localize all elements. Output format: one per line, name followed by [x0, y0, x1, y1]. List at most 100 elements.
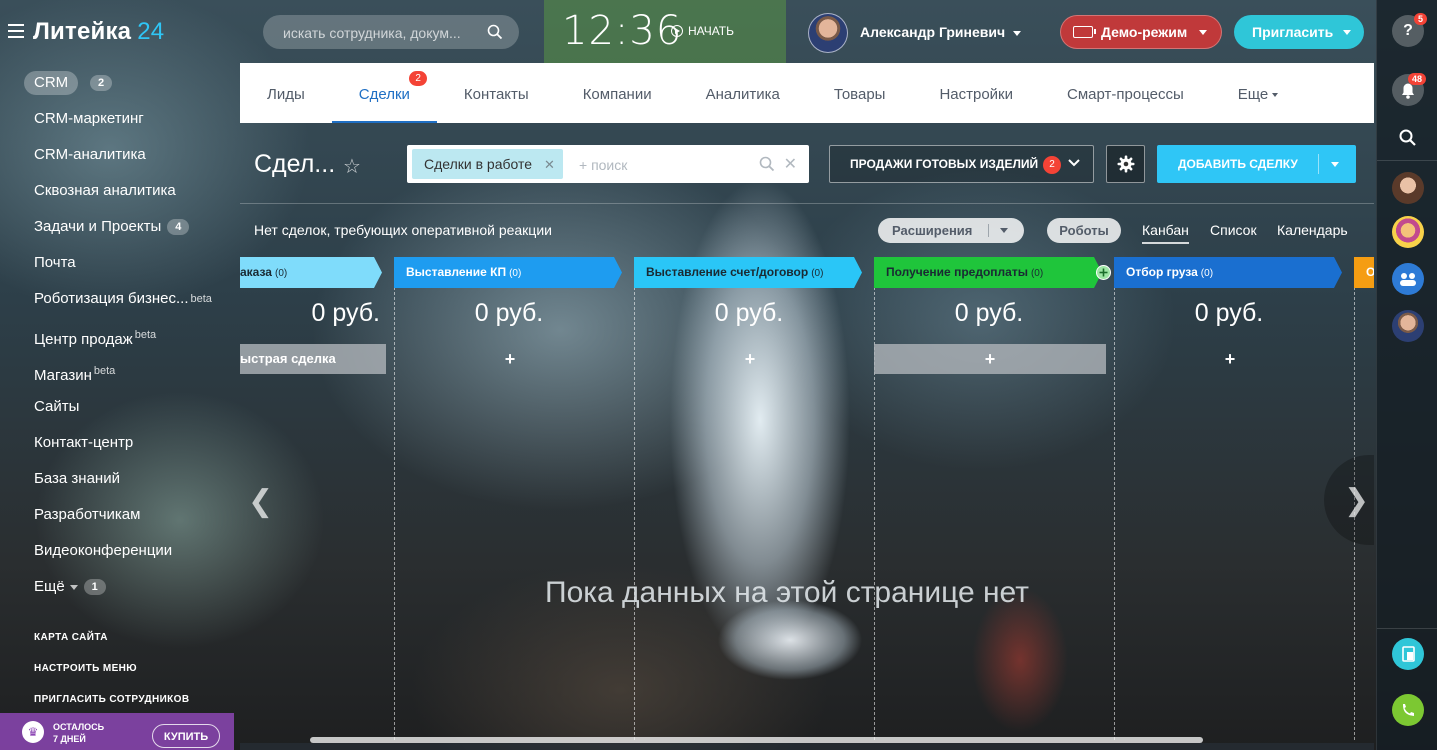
chevron-down-icon — [1013, 30, 1022, 36]
contact-avatar[interactable] — [1392, 216, 1424, 248]
phone-button[interactable] — [1392, 694, 1424, 726]
search-icon[interactable] — [759, 156, 775, 172]
contact-avatar[interactable] — [1392, 172, 1424, 204]
menu-item-more[interactable]: Ещё 1 — [34, 569, 212, 605]
menu-item-end-to-end-analytics[interactable]: Сквозная аналитика — [34, 173, 212, 209]
group-chat-avatar[interactable] — [1392, 263, 1424, 295]
empty-state-message: Пока данных на этой странице нет — [545, 576, 1029, 609]
trial-days-left: ОСТАЛОСЬ 7 ДНЕЙ — [53, 722, 105, 744]
pipeline-select-button[interactable]: ПРОДАЖИ ГОТОВЫХ ИЗДЕЛИЙ 2 — [829, 145, 1094, 183]
contact-avatar[interactable] — [1392, 310, 1424, 342]
deals-counter: 2 — [409, 71, 427, 86]
no-urgent-deals-text: Нет сделок, требующих оперативной реакци… — [254, 222, 552, 238]
invite-employees-link[interactable]: ПРИГЛАСИТЬ СОТРУДНИКОВ — [34, 694, 190, 705]
menu-item-automation[interactable]: Роботизация бизнес... beta — [34, 281, 212, 317]
stage-header[interactable]: Выставление счет/договор (0) — [634, 257, 862, 288]
close-icon[interactable]: ✕ — [544, 157, 555, 172]
start-workday-button[interactable]: НАЧАТЬ — [671, 24, 734, 38]
tab-leads[interactable]: Лиды — [240, 63, 332, 123]
add-deal-to-stage-button[interactable]: + — [634, 344, 866, 374]
robots-button[interactable]: Роботы — [1047, 218, 1121, 243]
clock: 12:36 — [562, 8, 683, 54]
menu-item-contact-center[interactable]: Контакт-центр — [34, 425, 212, 461]
scroll-left-arrow-icon[interactable]: ❮ — [248, 484, 273, 519]
view-kanban[interactable]: Канбан — [1142, 222, 1189, 244]
menu-item-sales-center[interactable]: Центр продаж beta — [34, 317, 212, 353]
menu-item-knowledge-base[interactable]: База знаний — [34, 461, 212, 497]
divider — [988, 224, 989, 237]
filter-search[interactable]: Сделки в работе✕ ✕ — [407, 145, 809, 183]
search-icon — [1399, 129, 1416, 146]
tab-more[interactable]: Еще — [1211, 63, 1306, 123]
kanban-column: Получение предоплаты (0) 0 руб. + — [874, 257, 1114, 740]
settings-button[interactable] — [1106, 145, 1145, 183]
view-list[interactable]: Список — [1210, 222, 1257, 238]
search-icon[interactable] — [487, 24, 503, 40]
tab-deals[interactable]: Сделки 2 — [331, 63, 437, 123]
chevron-down-icon[interactable] — [1331, 162, 1339, 167]
configure-menu-link[interactable]: НАСТРОИТЬ МЕНЮ — [34, 663, 137, 674]
tab-products[interactable]: Товары — [807, 63, 913, 123]
user-avatar[interactable] — [808, 13, 848, 53]
star-icon[interactable]: ☆ — [343, 154, 361, 179]
buy-button[interactable]: КУПИТЬ — [152, 724, 220, 748]
stage-sum: 0 руб. — [311, 299, 380, 327]
chevron-down-icon — [1272, 93, 1279, 98]
hamburger-menu-icon[interactable] — [8, 24, 24, 38]
clear-icon[interactable]: ✕ — [784, 154, 797, 174]
sitemap-link[interactable]: КАРТА САЙТА — [34, 632, 108, 643]
menu-item-video-conferences[interactable]: Видеоконференции — [34, 533, 212, 569]
portal-logo[interactable]: Литейка 24 — [33, 18, 164, 46]
tab-smart-processes[interactable]: Смарт-процессы — [1040, 63, 1211, 123]
divider — [1318, 154, 1319, 174]
stage-header[interactable]: Отбор груза (0) — [1114, 257, 1342, 288]
add-deal-button[interactable]: ДОБАВИТЬ СДЕЛКУ — [1157, 145, 1356, 183]
add-deal-to-stage-button[interactable]: + — [874, 344, 1106, 374]
rail-search-button[interactable] — [1392, 122, 1424, 154]
top-header: Литейка24 12:36 НАЧАТЬ Александр Гриневи… — [0, 0, 1376, 63]
add-stage-icon[interactable] — [1096, 265, 1111, 280]
tab-analytics[interactable]: Аналитика — [679, 63, 807, 123]
chevron-right-icon: ❯ — [1344, 484, 1370, 517]
stage-header[interactable]: О — [1354, 257, 1374, 288]
filter-search-input[interactable] — [577, 150, 741, 180]
menu-item-sites[interactable]: Сайты — [34, 389, 212, 425]
chevron-down-icon — [69, 584, 78, 590]
chevron-down-icon — [1068, 159, 1080, 167]
invite-button[interactable]: Пригласить — [1234, 15, 1364, 49]
menu-item-crm-marketing[interactable]: CRM-маркетинг — [34, 101, 212, 137]
more-counter: 1 — [83, 579, 106, 596]
menu-item-crm-analytics[interactable]: CRM-аналитика — [34, 137, 212, 173]
menu-item-mail[interactable]: Почта — [34, 245, 212, 281]
global-search-input[interactable] — [281, 15, 475, 51]
add-deal-to-stage-button[interactable]: + — [1114, 344, 1346, 374]
menu-item-tasks[interactable]: Задачи и Проекты 4 — [34, 209, 212, 245]
kanban-column: Отбор груза (0) 0 руб. + — [1114, 257, 1354, 740]
global-search[interactable] — [263, 15, 519, 51]
stage-header[interactable]: аказа (0) — [240, 257, 382, 288]
question-icon: ? — [1403, 22, 1413, 39]
battery-icon — [1073, 26, 1096, 38]
crm-tabs: Лиды Сделки 2 Контакты Компании Аналитика… — [240, 63, 1374, 123]
view-calendar[interactable]: Календарь — [1277, 222, 1348, 238]
notifications-badge: 48 — [1408, 73, 1427, 85]
demo-mode-button[interactable]: Демо-режим — [1060, 15, 1222, 49]
stage-header[interactable]: Выставление КП (0) — [394, 257, 622, 288]
extensions-button[interactable]: Расширения — [878, 218, 1024, 243]
help-badge: 5 — [1414, 13, 1428, 25]
menu-item-developers[interactable]: Разработчикам — [34, 497, 212, 533]
user-menu[interactable]: Александр Гриневич — [860, 24, 1022, 40]
horizontal-scrollbar[interactable] — [310, 737, 1203, 743]
right-rail: ? 5 48 — [1376, 0, 1437, 750]
tab-settings[interactable]: Настройки — [912, 63, 1040, 123]
tab-companies[interactable]: Компании — [556, 63, 679, 123]
stage-header[interactable]: Получение предоплаты (0) — [874, 257, 1102, 288]
filter-preset-chip[interactable]: Сделки в работе ✕ — [412, 149, 563, 179]
menu-item-shop[interactable]: Магазин beta — [34, 353, 212, 389]
menu-item-crm[interactable]: CRM — [24, 71, 79, 95]
add-deal-to-stage-button[interactable]: + — [394, 344, 626, 374]
tab-contacts[interactable]: Контакты — [437, 63, 556, 123]
divider — [1377, 160, 1437, 161]
quick-deal-button[interactable]: ыстрая сделка — [240, 344, 386, 374]
documents-button[interactable] — [1392, 638, 1424, 670]
